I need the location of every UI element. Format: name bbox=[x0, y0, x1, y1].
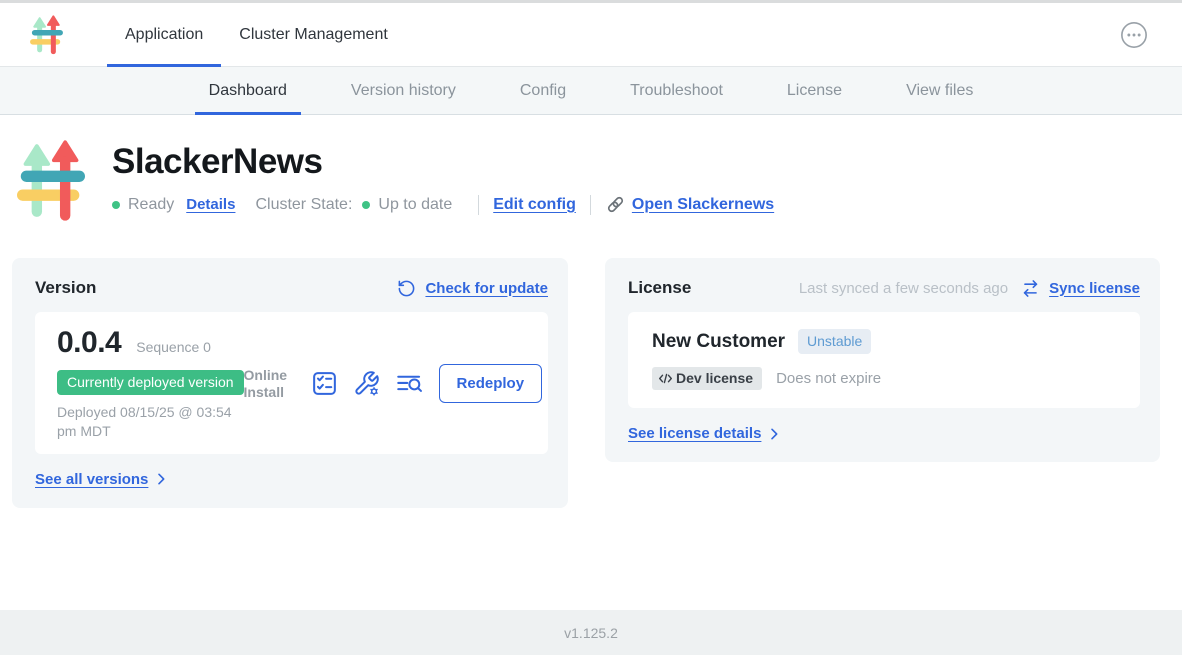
subnav-tab-dashboard-label: Dashboard bbox=[209, 82, 287, 100]
see-all-versions-link[interactable]: See all versions bbox=[35, 471, 148, 488]
status-details-link[interactable]: Details bbox=[186, 196, 235, 213]
ellipsis-circle-icon bbox=[1120, 21, 1148, 49]
customer-name: New Customer bbox=[652, 331, 785, 353]
chevron-right-icon bbox=[153, 471, 169, 487]
console-footer: v1.125.2 bbox=[0, 610, 1182, 655]
top-navbar: Application Cluster Management bbox=[0, 3, 1182, 67]
hash-arrows-logo-icon bbox=[17, 137, 85, 225]
preflight-checklist-icon bbox=[311, 370, 338, 397]
redeploy-button[interactable]: Redeploy bbox=[439, 364, 543, 403]
cluster-status-dot bbox=[362, 201, 370, 209]
page-title: SlackerNews bbox=[112, 142, 774, 182]
console-version: v1.125.2 bbox=[564, 625, 618, 641]
subnav-tab-troubleshoot[interactable]: Troubleshoot bbox=[616, 67, 737, 114]
cluster-state-label: Cluster State: bbox=[255, 196, 352, 214]
license-type-badge-label: Dev license bbox=[676, 370, 753, 386]
divider bbox=[478, 195, 479, 215]
sync-license-link[interactable]: Sync license bbox=[1049, 280, 1140, 297]
preflight-checks-button[interactable] bbox=[311, 370, 338, 397]
link-chain-icon bbox=[605, 194, 626, 215]
current-version-panel: 0.0.4 Sequence 0 Currently deployed vers… bbox=[35, 312, 548, 454]
open-app-link-label: Open Slackernews bbox=[632, 196, 774, 214]
app-status-text: Ready bbox=[128, 196, 174, 214]
version-sequence: Sequence 0 bbox=[136, 339, 211, 355]
config-wrench-icon bbox=[353, 370, 380, 397]
subnav-tab-view-files[interactable]: View files bbox=[892, 67, 987, 114]
subnav-tab-view-files-label: View files bbox=[906, 82, 973, 100]
see-license-details-link[interactable]: See license details bbox=[628, 425, 761, 442]
app-subnav: Dashboard Version history Config Trouble… bbox=[0, 67, 1182, 115]
refresh-icon bbox=[397, 279, 416, 298]
app-logo-small[interactable] bbox=[30, 14, 63, 56]
subnav-tab-troubleshoot-label: Troubleshoot bbox=[630, 82, 723, 100]
license-card-title: License bbox=[628, 278, 691, 298]
view-config-button[interactable] bbox=[353, 370, 380, 397]
admin-console-page: Application Cluster Management Dashboard… bbox=[0, 0, 1182, 655]
dashboard-main: SlackerNews Ready Details Cluster State:… bbox=[0, 115, 1182, 610]
check-for-update-link[interactable]: Check for update bbox=[425, 280, 548, 297]
subnav-tab-version-history[interactable]: Version history bbox=[337, 67, 470, 114]
license-type-badge: Dev license bbox=[652, 367, 762, 390]
tab-application-label: Application bbox=[125, 26, 203, 44]
top-nav-tabs: Application Cluster Management bbox=[107, 3, 406, 66]
channel-badge: Unstable bbox=[798, 329, 871, 354]
subnav-tab-dashboard[interactable]: Dashboard bbox=[195, 67, 301, 114]
license-details-panel: New Customer Unstable Dev license bbox=[628, 312, 1140, 408]
open-app-link[interactable]: Open Slackernews bbox=[605, 194, 774, 215]
dashboard-cards: Version Check for update bbox=[12, 258, 1182, 508]
subnav-tab-license[interactable]: License bbox=[773, 67, 856, 114]
license-expiration: Does not expire bbox=[776, 370, 881, 387]
license-card: License Last synced a few seconds ago Sy… bbox=[605, 258, 1160, 462]
license-last-synced: Last synced a few seconds ago bbox=[799, 280, 1008, 297]
subnav-tab-config[interactable]: Config bbox=[506, 67, 580, 114]
app-status-row: Ready Details Cluster State: Up to date … bbox=[112, 194, 774, 215]
app-status-dot bbox=[112, 201, 120, 209]
sync-arrows-icon bbox=[1021, 279, 1040, 298]
deployed-timestamp: Deployed 08/15/25 @ 03:54 pm MDT bbox=[57, 403, 244, 442]
app-logo-large bbox=[17, 137, 85, 225]
chevron-right-icon bbox=[766, 426, 782, 442]
tab-cluster-management-label: Cluster Management bbox=[239, 26, 388, 44]
tab-cluster-management[interactable]: Cluster Management bbox=[221, 3, 406, 66]
deployed-version-badge: Currently deployed version bbox=[57, 370, 244, 395]
cluster-state-text: Up to date bbox=[378, 196, 452, 214]
subnav-tab-license-label: License bbox=[787, 82, 842, 100]
subnav-tab-config-label: Config bbox=[520, 82, 566, 100]
subnav-tab-version-history-label: Version history bbox=[351, 82, 456, 100]
tab-application[interactable]: Application bbox=[107, 3, 221, 66]
code-icon bbox=[658, 372, 673, 385]
app-header: SlackerNews Ready Details Cluster State:… bbox=[17, 137, 1182, 225]
deploy-logs-icon bbox=[395, 370, 424, 397]
version-number: 0.0.4 bbox=[57, 326, 121, 360]
divider bbox=[590, 195, 591, 215]
hash-arrows-logo-icon bbox=[30, 14, 63, 56]
install-type-label: Online Install bbox=[244, 367, 296, 400]
version-card: Version Check for update bbox=[12, 258, 568, 508]
overflow-menu-button[interactable] bbox=[1120, 21, 1148, 49]
edit-config-link[interactable]: Edit config bbox=[493, 196, 576, 214]
deploy-logs-button[interactable] bbox=[395, 370, 424, 397]
version-card-title: Version bbox=[35, 278, 96, 298]
